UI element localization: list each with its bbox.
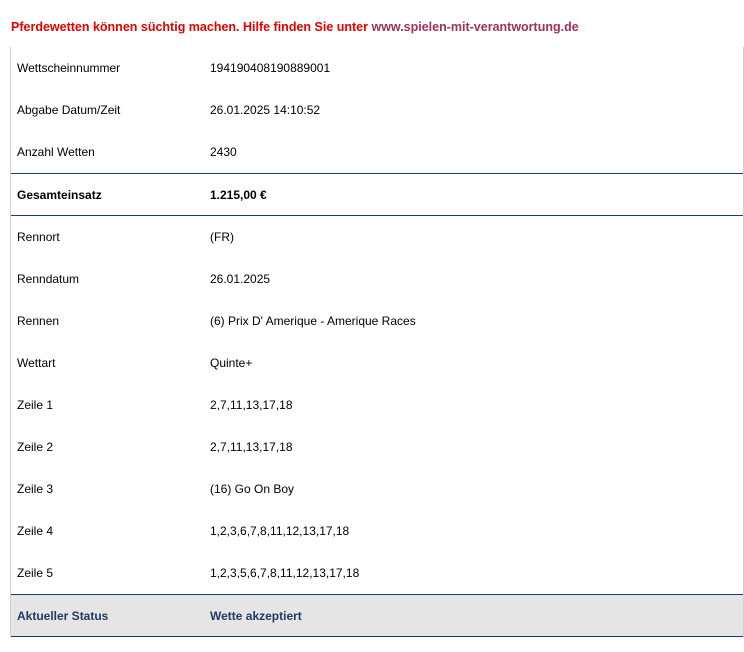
row-label: Wettart	[17, 356, 56, 370]
table-row-current-status: Aktueller Status Wette akzeptiert	[11, 594, 743, 637]
row-value: (16) Go On Boy	[210, 482, 295, 496]
row-label: Zeile 5	[17, 566, 54, 580]
table-row-race-location: Rennort (FR)	[11, 216, 743, 258]
row-value: 26.01.2025	[210, 272, 271, 286]
table-row-line-4: Zeile 4 1,2,3,6,7,8,11,12,13,17,18	[11, 510, 743, 552]
row-label: Anzahl Wetten	[17, 145, 95, 159]
row-label: Aktueller Status	[17, 608, 109, 623]
total-stake-value: 1.215,00 €	[210, 187, 267, 202]
table-row-bet-count: Anzahl Wetten 2430	[11, 131, 743, 173]
warning-text: Pferdewetten können süchtig machen. Hilf…	[11, 20, 372, 34]
table-row-line-3: Zeile 3 (16) Go On Boy	[11, 468, 743, 510]
row-value: 2430	[210, 145, 237, 159]
responsible-gambling-link[interactable]: www.spielen-mit-verantwortung.de	[371, 20, 578, 34]
table-row-line-5: Zeile 5 1,2,3,5,6,7,8,11,12,13,17,18	[11, 552, 743, 594]
row-label: Zeile 4	[17, 524, 54, 538]
row-value: Quinte+	[210, 356, 253, 370]
row-value: 26.01.2025 14:10:52	[210, 103, 321, 117]
row-label: Wettscheinnummer	[17, 61, 121, 75]
row-label: Abgabe Datum/Zeit	[17, 103, 121, 117]
table-row-ticket-number: Wettscheinnummer 194190408190889001	[11, 47, 743, 89]
row-label: Renndatum	[17, 272, 80, 286]
row-value: 1,2,3,5,6,7,8,11,12,13,17,18	[210, 566, 360, 580]
table-row-line-1: Zeile 1 2,7,11,13,17,18	[11, 384, 743, 426]
table-row-bet-type: Wettart Quinte+	[11, 342, 743, 384]
row-label: Zeile 3	[17, 482, 54, 496]
gambling-warning: Pferdewetten können süchtig machen. Hilf…	[11, 20, 579, 34]
row-value: (6) Prix D' Amerique - Amerique Races	[210, 314, 416, 328]
row-label: Rennen	[17, 314, 60, 328]
row-label: Zeile 1	[17, 398, 54, 412]
table-row-race-date: Renndatum 26.01.2025	[11, 258, 743, 300]
table-row-race: Rennen (6) Prix D' Amerique - Amerique R…	[11, 300, 743, 342]
row-label: Gesamteinsatz	[17, 187, 102, 202]
table-row-total-stake: Gesamteinsatz 1.215,00 €	[11, 173, 743, 216]
table-row-submission-datetime: Abgabe Datum/Zeit 26.01.2025 14:10:52	[11, 89, 743, 131]
row-value: 2,7,11,13,17,18	[210, 398, 293, 412]
row-value: 1,2,3,6,7,8,11,12,13,17,18	[210, 524, 350, 538]
row-label: Rennort	[17, 230, 60, 244]
row-label: Zeile 2	[17, 440, 54, 454]
row-value: 194190408190889001	[210, 61, 331, 75]
bet-ticket-table: Wettscheinnummer 194190408190889001 Abga…	[10, 47, 744, 637]
row-value: (FR)	[210, 230, 234, 244]
status-value: Wette akzeptiert	[210, 608, 302, 623]
table-row-line-2: Zeile 2 2,7,11,13,17,18	[11, 426, 743, 468]
row-value: 2,7,11,13,17,18	[210, 440, 293, 454]
